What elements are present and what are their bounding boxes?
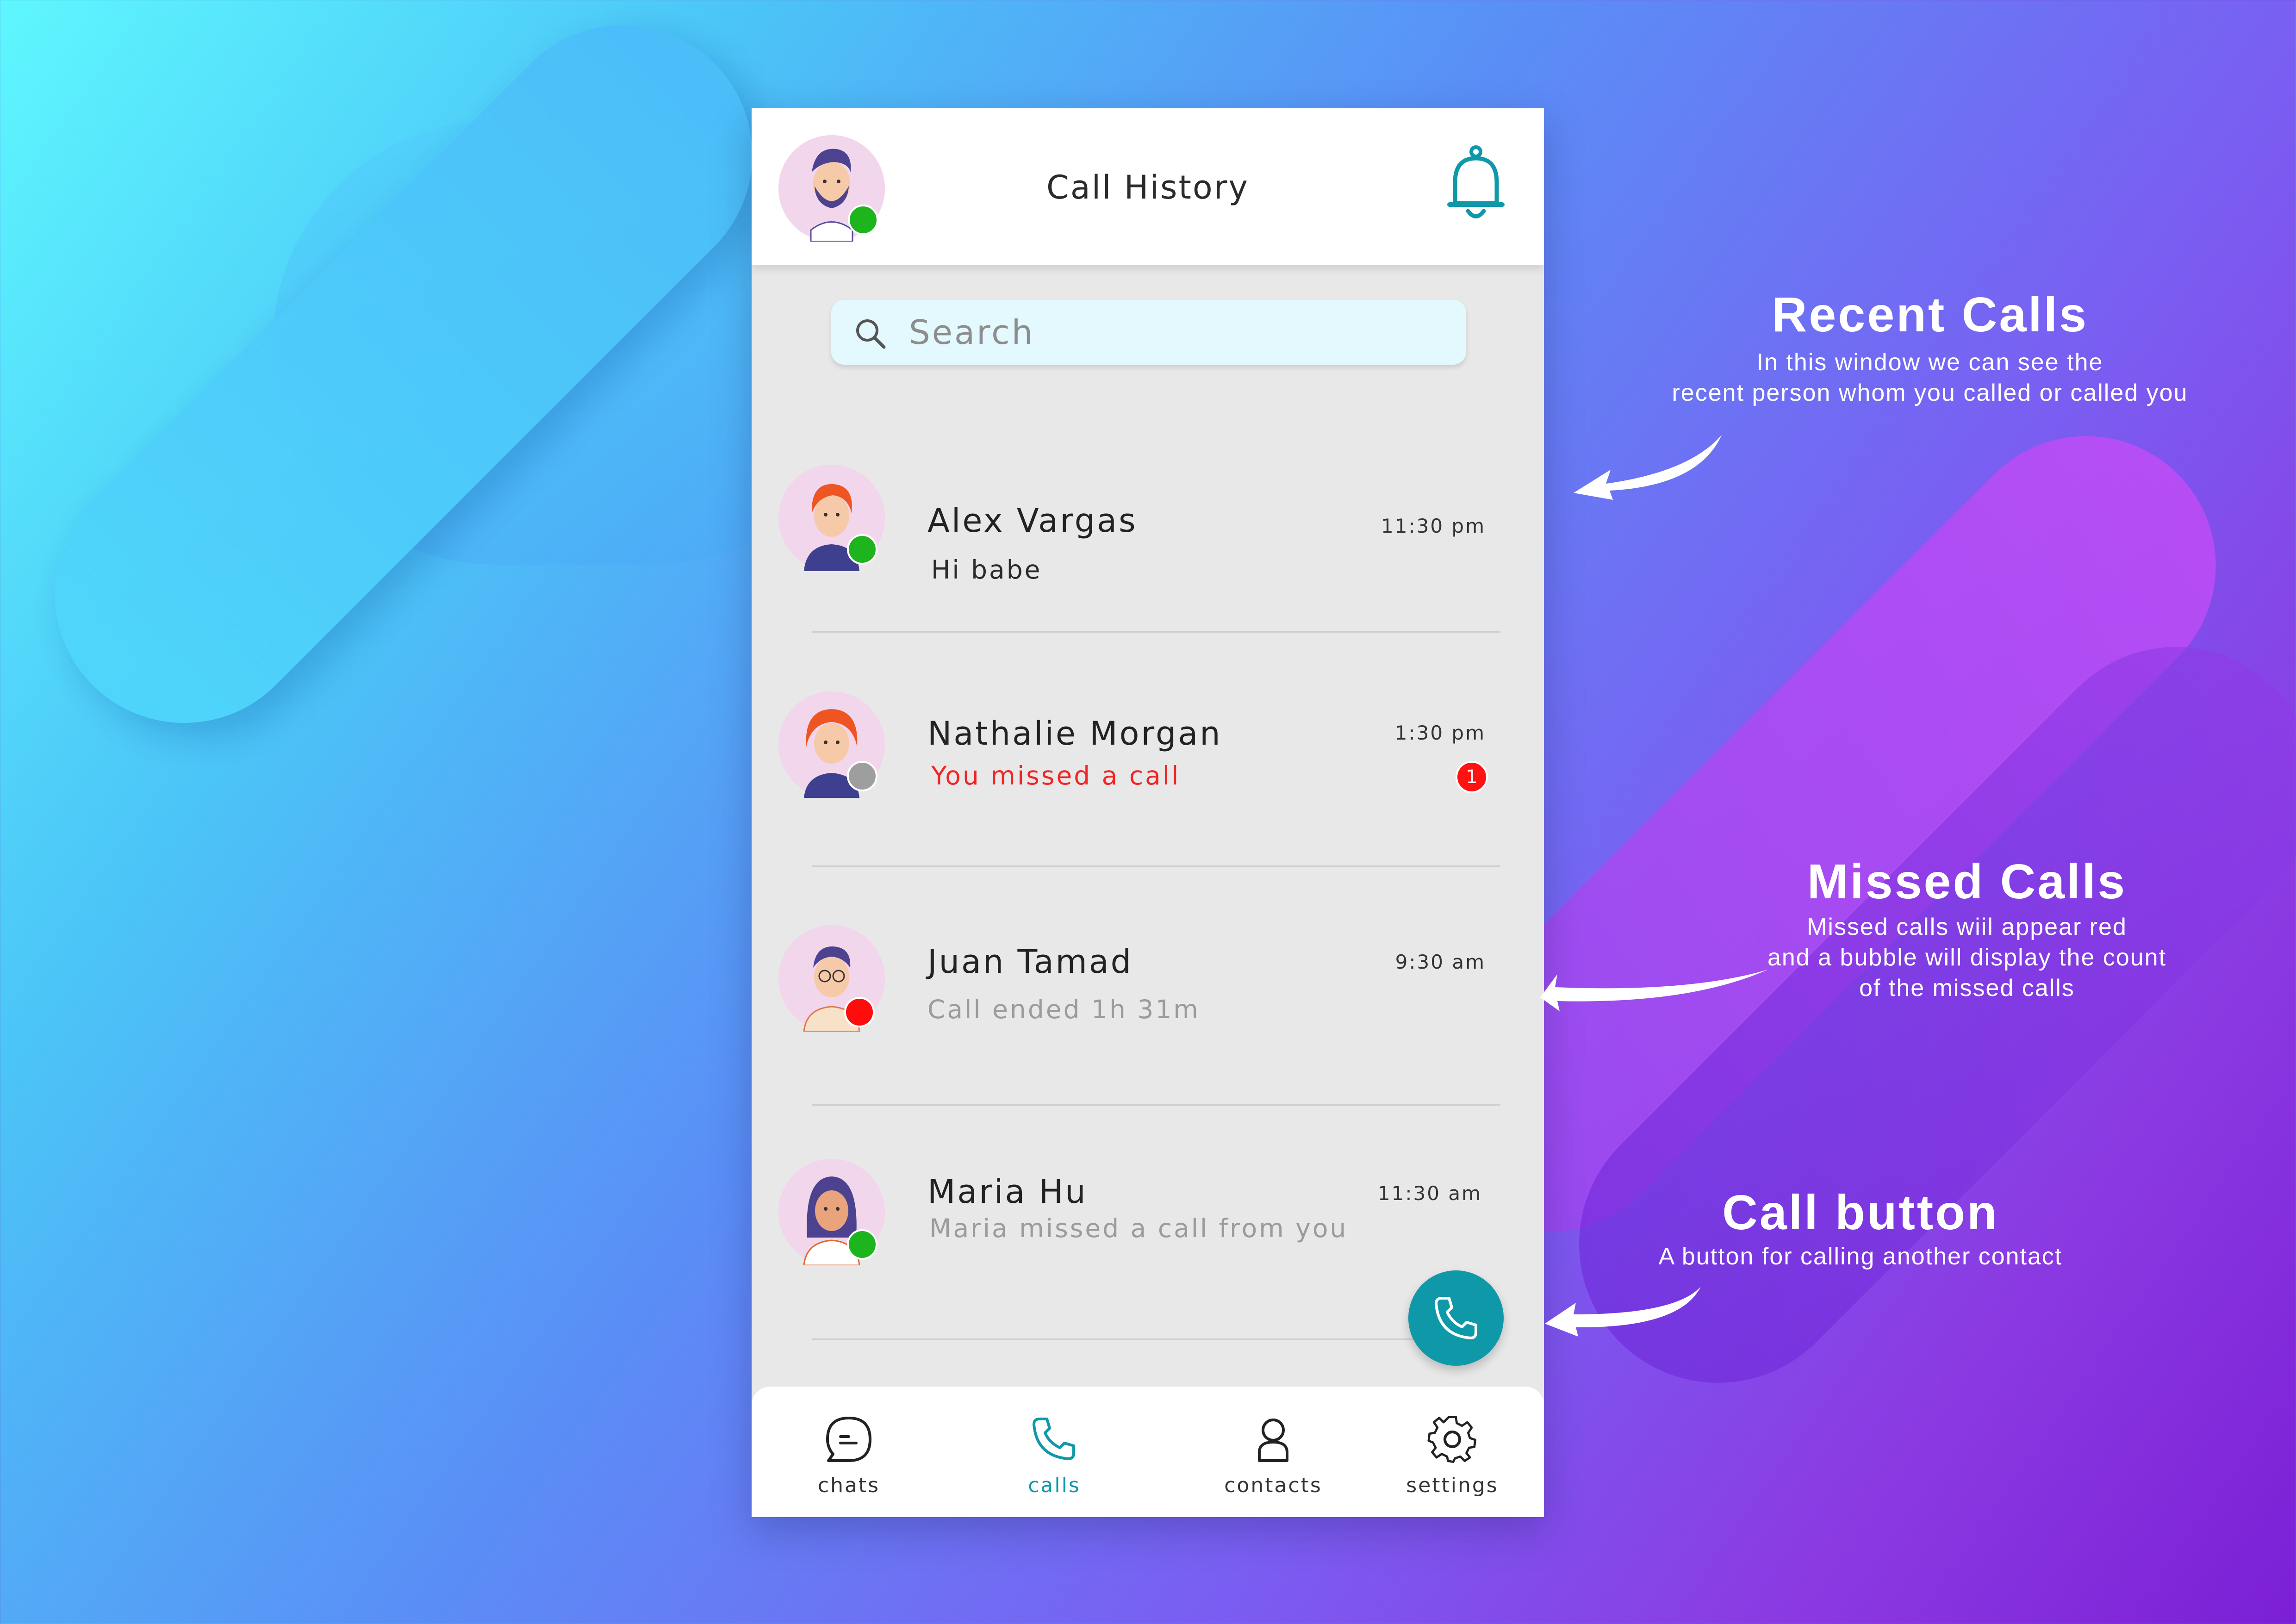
page-title: Call History [1046,168,1249,206]
call-time: 11:30 am [1377,1182,1482,1205]
online-status-dot [848,205,878,235]
nav-item-calls[interactable]: calls [985,1387,1124,1517]
status-dot [847,1229,877,1260]
annotation-line: In this window we can see the [1756,349,2103,376]
nav-item-settings[interactable]: settings [1383,1387,1522,1517]
app-header: Call History [752,108,1544,265]
call-subtitle: Call ended 1h 31m [927,995,1200,1024]
contact-avatar [778,691,885,798]
annotation-title-recent-calls: Recent Calls [1771,287,2089,342]
contact-avatar [778,1159,885,1265]
phone-icon [1435,1297,1477,1339]
call-list-item[interactable]: Alex Vargas Hi babe 11:30 pm [752,460,1544,691]
contact-avatar [778,925,885,1032]
call-list-item[interactable]: Juan Tamad Call ended 1h 31m 9:30 am [752,925,1544,1157]
contact-name: Maria Hu [927,1173,1088,1211]
phone-screen: Call History Search Alex Vargas Hi babe … [752,108,1544,1517]
divider [812,1338,1500,1340]
search-icon [856,319,886,349]
status-dot [847,761,877,791]
divider [812,1104,1500,1106]
search-input[interactable]: Search [831,300,1466,365]
divider [812,865,1500,867]
annotation-line: recent person whom you called or called … [1672,380,2188,406]
call-subtitle: Maria missed a call from you [929,1213,1348,1243]
nav-label: calls [1028,1474,1081,1497]
call-time: 9:30 am [1395,951,1486,973]
call-subtitle: Hi babe [931,555,1042,585]
arrow-icon [1540,970,1768,1011]
annotation-desc-recent-calls: In this window we can see the recent per… [1583,347,2277,408]
annotation-line: Missed calls wiil appear red [1807,914,2127,940]
call-button[interactable] [1408,1270,1504,1366]
call-list-item[interactable]: Maria Hu Maria missed a call from you 11… [752,1159,1544,1390]
status-dot [847,534,877,565]
call-list-item[interactable]: Nathalie Morgan You missed a call 1:30 p… [752,691,1544,923]
annotation-title-missed-calls: Missed Calls [1807,854,2127,909]
annotation-title-call-button: Call button [1722,1185,1999,1240]
bottom-navigation: chats calls contacts settings [752,1387,1544,1517]
arrow-icon [1574,435,1722,500]
nav-label: settings [1406,1474,1499,1497]
annotation-desc-call-button: A button for calling another contact [1658,1243,2063,1270]
phone-icon [1033,1418,1075,1460]
search-placeholder: Search [909,313,1035,352]
person-icon [1258,1419,1288,1462]
contact-name: Nathalie Morgan [927,715,1222,753]
arrow-icon [1545,1287,1701,1337]
call-subtitle: You missed a call [931,761,1181,790]
call-time: 1:30 pm [1394,722,1486,744]
contact-name: Alex Vargas [927,502,1138,540]
contact-name: Juan Tamad [927,943,1133,981]
nav-label: contacts [1224,1474,1322,1497]
bell-icon[interactable] [1446,145,1506,224]
divider [812,631,1500,633]
nav-item-contacts[interactable]: contacts [1204,1387,1343,1517]
chat-icon [826,1417,871,1462]
status-dot [844,997,875,1027]
gear-icon [1427,1416,1476,1463]
nav-label: chats [817,1474,880,1497]
contact-avatar [778,465,885,571]
call-time: 11:30 pm [1381,515,1486,537]
nav-item-chats[interactable]: chats [779,1387,918,1517]
missed-count-badge: 1 [1456,761,1488,793]
